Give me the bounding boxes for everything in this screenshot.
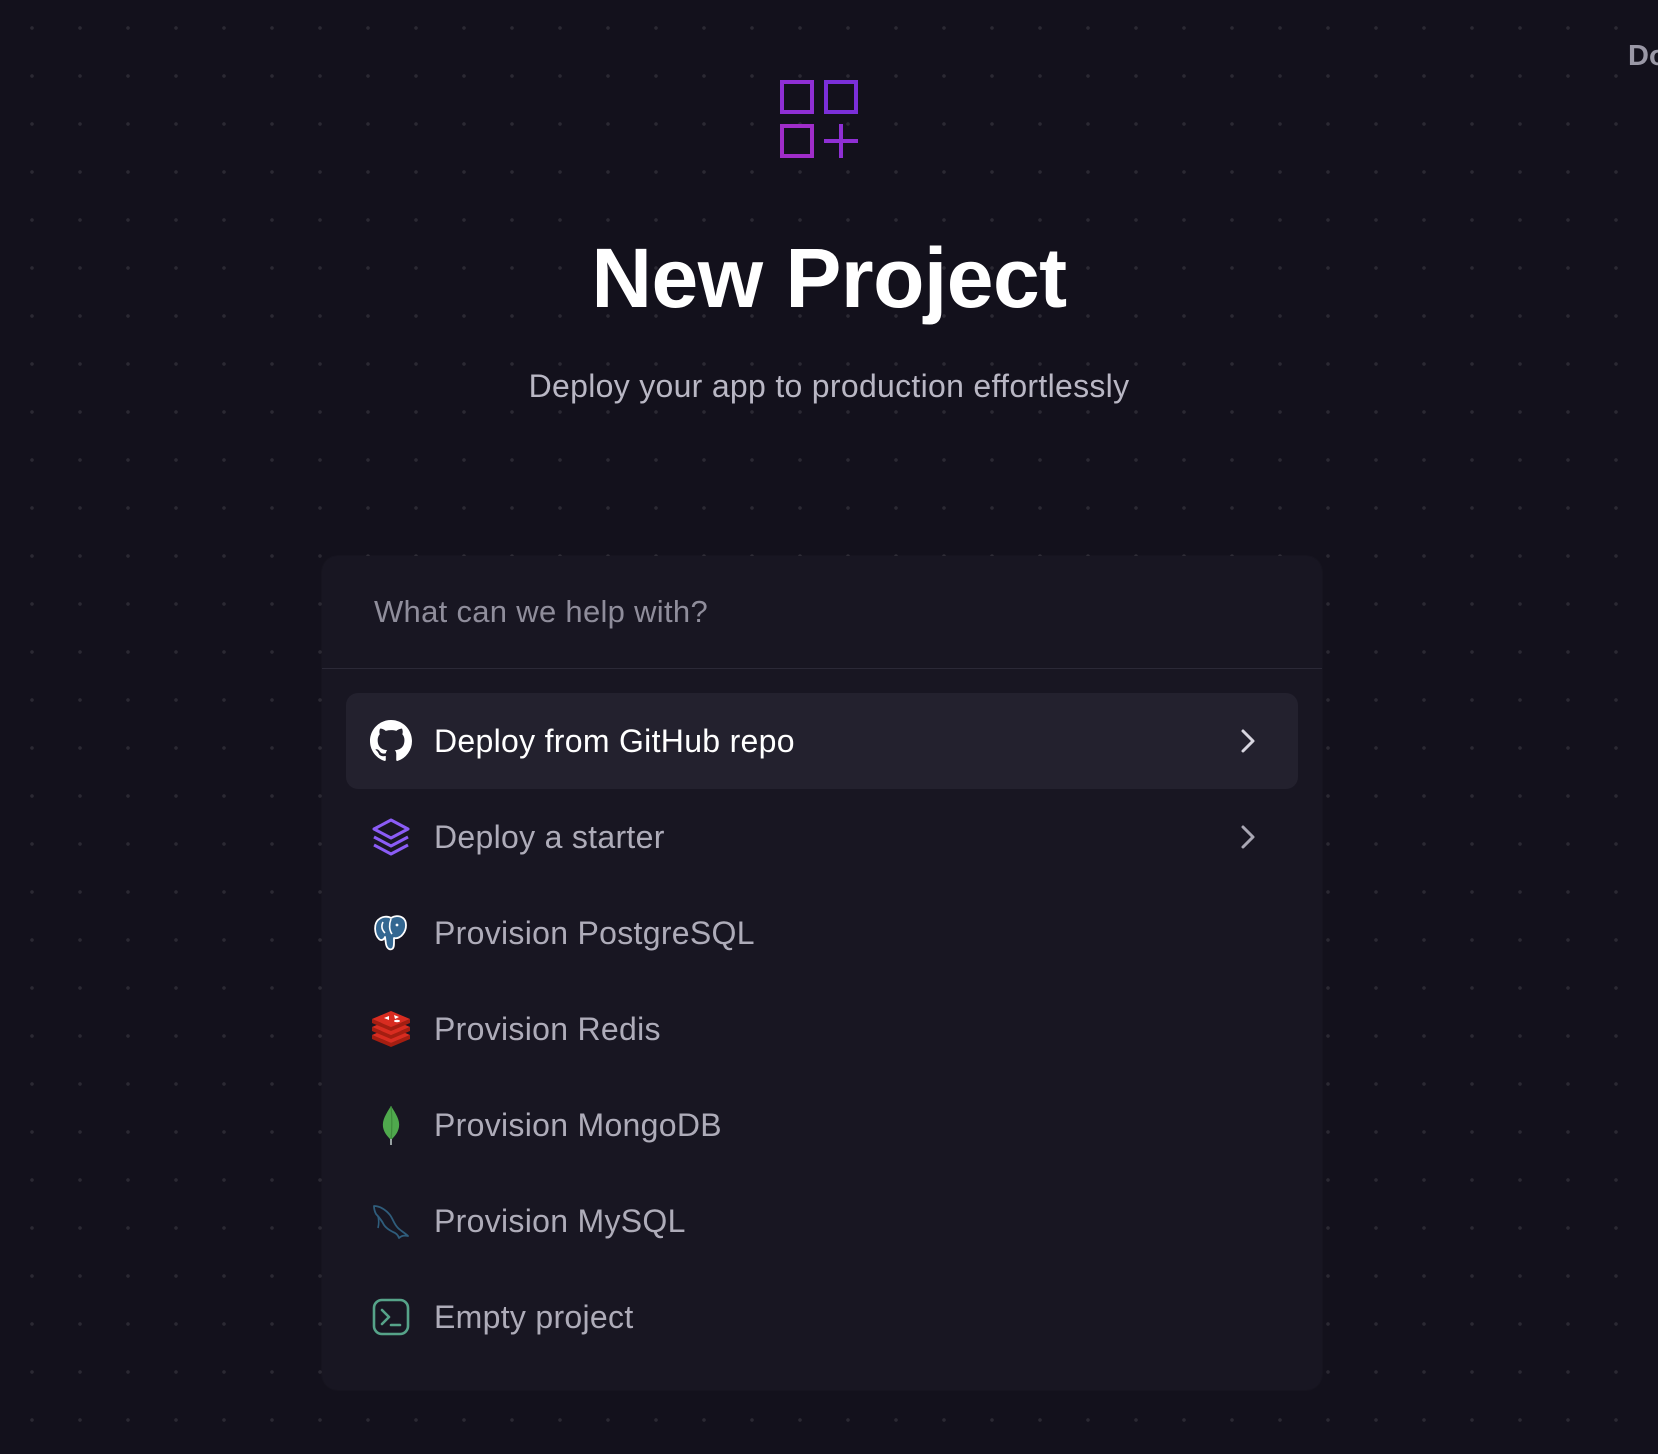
search-bar (322, 556, 1322, 669)
option-deploy-github[interactable]: Deploy from GitHub repo (346, 693, 1298, 789)
option-label: Provision MySQL (434, 1202, 686, 1239)
option-provision-mysql[interactable]: Provision MySQL (346, 1173, 1298, 1269)
project-options-list: Deploy from GitHub repo Deploy a starter (322, 669, 1322, 1365)
chevron-right-icon (1234, 727, 1262, 755)
search-input[interactable] (372, 593, 1292, 631)
postgresql-icon (370, 912, 412, 954)
redis-icon (370, 1008, 412, 1050)
mongodb-icon (370, 1104, 412, 1146)
option-label: Provision MongoDB (434, 1106, 722, 1143)
new-project-panel: Deploy from GitHub repo Deploy a starter (322, 556, 1322, 1390)
option-label: Empty project (434, 1298, 634, 1335)
github-icon (370, 720, 412, 762)
docs-link[interactable]: Do (1628, 40, 1658, 73)
chevron-right-icon (1234, 823, 1262, 851)
option-deploy-starter[interactable]: Deploy a starter (346, 789, 1298, 885)
option-label: Deploy a starter (434, 818, 665, 855)
page-title: New Project (591, 231, 1067, 325)
option-label: Deploy from GitHub repo (434, 722, 795, 759)
option-provision-postgresql[interactable]: Provision PostgreSQL (346, 885, 1298, 981)
layers-icon (370, 816, 412, 858)
option-empty-project[interactable]: Empty project (346, 1269, 1298, 1365)
page-subtitle: Deploy your app to production effortless… (528, 368, 1130, 404)
option-provision-mongodb[interactable]: Provision MongoDB (346, 1077, 1298, 1173)
mysql-icon (370, 1200, 412, 1242)
apps-plus-icon (780, 80, 862, 162)
terminal-icon (370, 1296, 412, 1338)
option-label: Provision PostgreSQL (434, 914, 755, 951)
option-label: Provision Redis (434, 1010, 661, 1047)
option-provision-redis[interactable]: Provision Redis (346, 981, 1298, 1077)
